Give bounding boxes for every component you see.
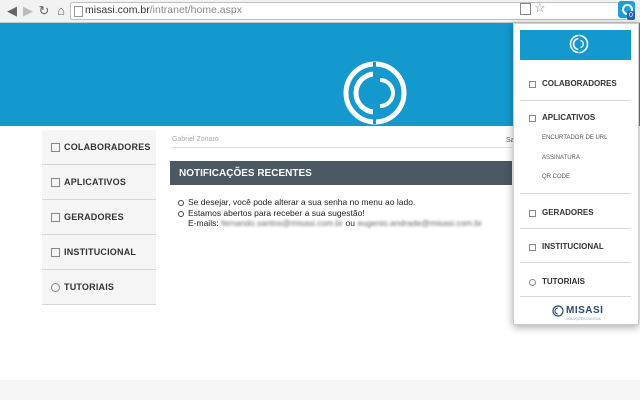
brand-tagline: SOLUÇÕES DIGITAIS [566,317,602,321]
url-path: /intranet/home.aspx [149,4,242,16]
popup-item-label: APLICATIVOS [542,113,596,122]
popup-item-geradores[interactable]: GERADORES [520,207,631,221]
divider [520,100,631,101]
brand-name: MISASI [566,305,604,316]
sidebar: COLABORADORES APLICATIVOS GERADORES INST… [42,130,156,305]
emails-line: E-mails: fernando.santos@misasi.com.br o… [178,218,518,228]
divider [520,228,631,229]
footer [0,380,640,400]
notification-text: Se desejar, você pode alterar a sua senh… [188,197,416,207]
sidebar-item-label: COLABORADORES [64,142,151,152]
divider [520,296,631,297]
misasi-logo [343,61,407,125]
popup-brand-logo: MISASI SOLUÇÕES DIGITAIS [552,304,604,322]
list-item: Se desejar, você pode alterar a sua senh… [178,197,518,207]
reload-icon[interactable]: ↻ [36,3,52,19]
email-link[interactable]: eugenio.andrade@misasi.com.br [357,218,482,228]
folder-icon [529,244,536,251]
popup-item-label: INSTITUCIONAL [542,242,604,251]
sidebar-item-geradores[interactable]: GERADORES [42,200,156,235]
popup-item-institucional[interactable]: INSTITUCIONAL [520,241,631,255]
misasi-logo-icon [552,305,564,317]
url-text: misasi.com.br/intranet/home.aspx [85,4,242,16]
notification-text: Estamos abertos para receber a sua suges… [188,208,365,218]
home-icon[interactable]: ⌂ [53,3,69,19]
extension-badge: 0 [627,11,635,20]
list-item: Estamos abertos para receber a sua suges… [178,208,518,218]
people-icon [51,143,60,152]
extension-popup: COLABORADORES APLICATIVOS ENCURTADOR DE … [513,23,639,325]
address-bar[interactable]: misasi.com.br/intranet/home.aspx [70,2,632,20]
divider [520,262,631,263]
divider [520,193,631,194]
popup-item-aplicativos[interactable]: APLICATIVOS [520,112,631,126]
email-link[interactable]: fernando.santos@misasi.com.br [221,218,343,228]
generator-icon [51,213,60,222]
people-icon [529,81,536,88]
tutorial-icon [529,279,536,286]
apps-icon [51,178,60,187]
popup-subitem-assinatura[interactable]: ASSINATURA [542,155,580,161]
sidebar-item-label: INSTITUCIONAL [64,247,137,257]
notifications-header: NOTIFICAÇÕES RECENTES [170,161,512,185]
popup-subitem-encurtador[interactable]: ENCURTADOR DE URL [542,135,607,141]
sidebar-item-label: GERADORES [64,212,124,222]
folder-icon [51,248,60,257]
page-icon [74,6,83,17]
apps-icon [529,115,536,122]
popup-item-colaboradores[interactable]: COLABORADORES [520,78,631,92]
popup-item-label: TUTORIAIS [542,277,585,286]
notifications-title: NOTIFICAÇÕES RECENTES [179,168,312,179]
notifications-list: Se desejar, você pode alterar a sua senh… [178,197,518,228]
sidebar-item-label: APLICATIVOS [64,177,127,187]
divider [172,147,512,148]
sidebar-item-tutoriais[interactable]: TUTORIAIS [42,270,156,305]
user-name: Gabriel Zonaro [172,136,219,143]
popup-header [520,30,631,60]
popup-subitem-qrcode[interactable]: QR CODE [542,174,570,180]
page-action-icon[interactable] [520,3,531,15]
generator-icon [529,210,536,217]
or-text: ou [345,218,355,228]
misasi-logo [569,34,589,54]
sidebar-item-colaboradores[interactable]: COLABORADORES [42,130,156,165]
sidebar-item-aplicativos[interactable]: APLICATIVOS [42,165,156,200]
forward-icon[interactable]: ▶ [20,3,36,19]
tutorial-icon [51,283,60,292]
emails-label: E-mails: [188,218,219,228]
back-icon[interactable]: ◀ [4,3,20,19]
popup-item-label: GERADORES [542,208,594,217]
star-icon[interactable]: ☆ [534,0,546,16]
popup-item-label: COLABORADORES [542,79,617,88]
sidebar-item-label: TUTORIAIS [64,282,115,292]
browser-toolbar: ◀ ▶ ↻ ⌂ misasi.com.br/intranet/home.aspx… [0,0,640,23]
sidebar-item-institucional[interactable]: INSTITUCIONAL [42,235,156,270]
url-host: misasi.com.br [85,4,150,16]
popup-item-tutoriais[interactable]: TUTORIAIS [520,276,631,290]
